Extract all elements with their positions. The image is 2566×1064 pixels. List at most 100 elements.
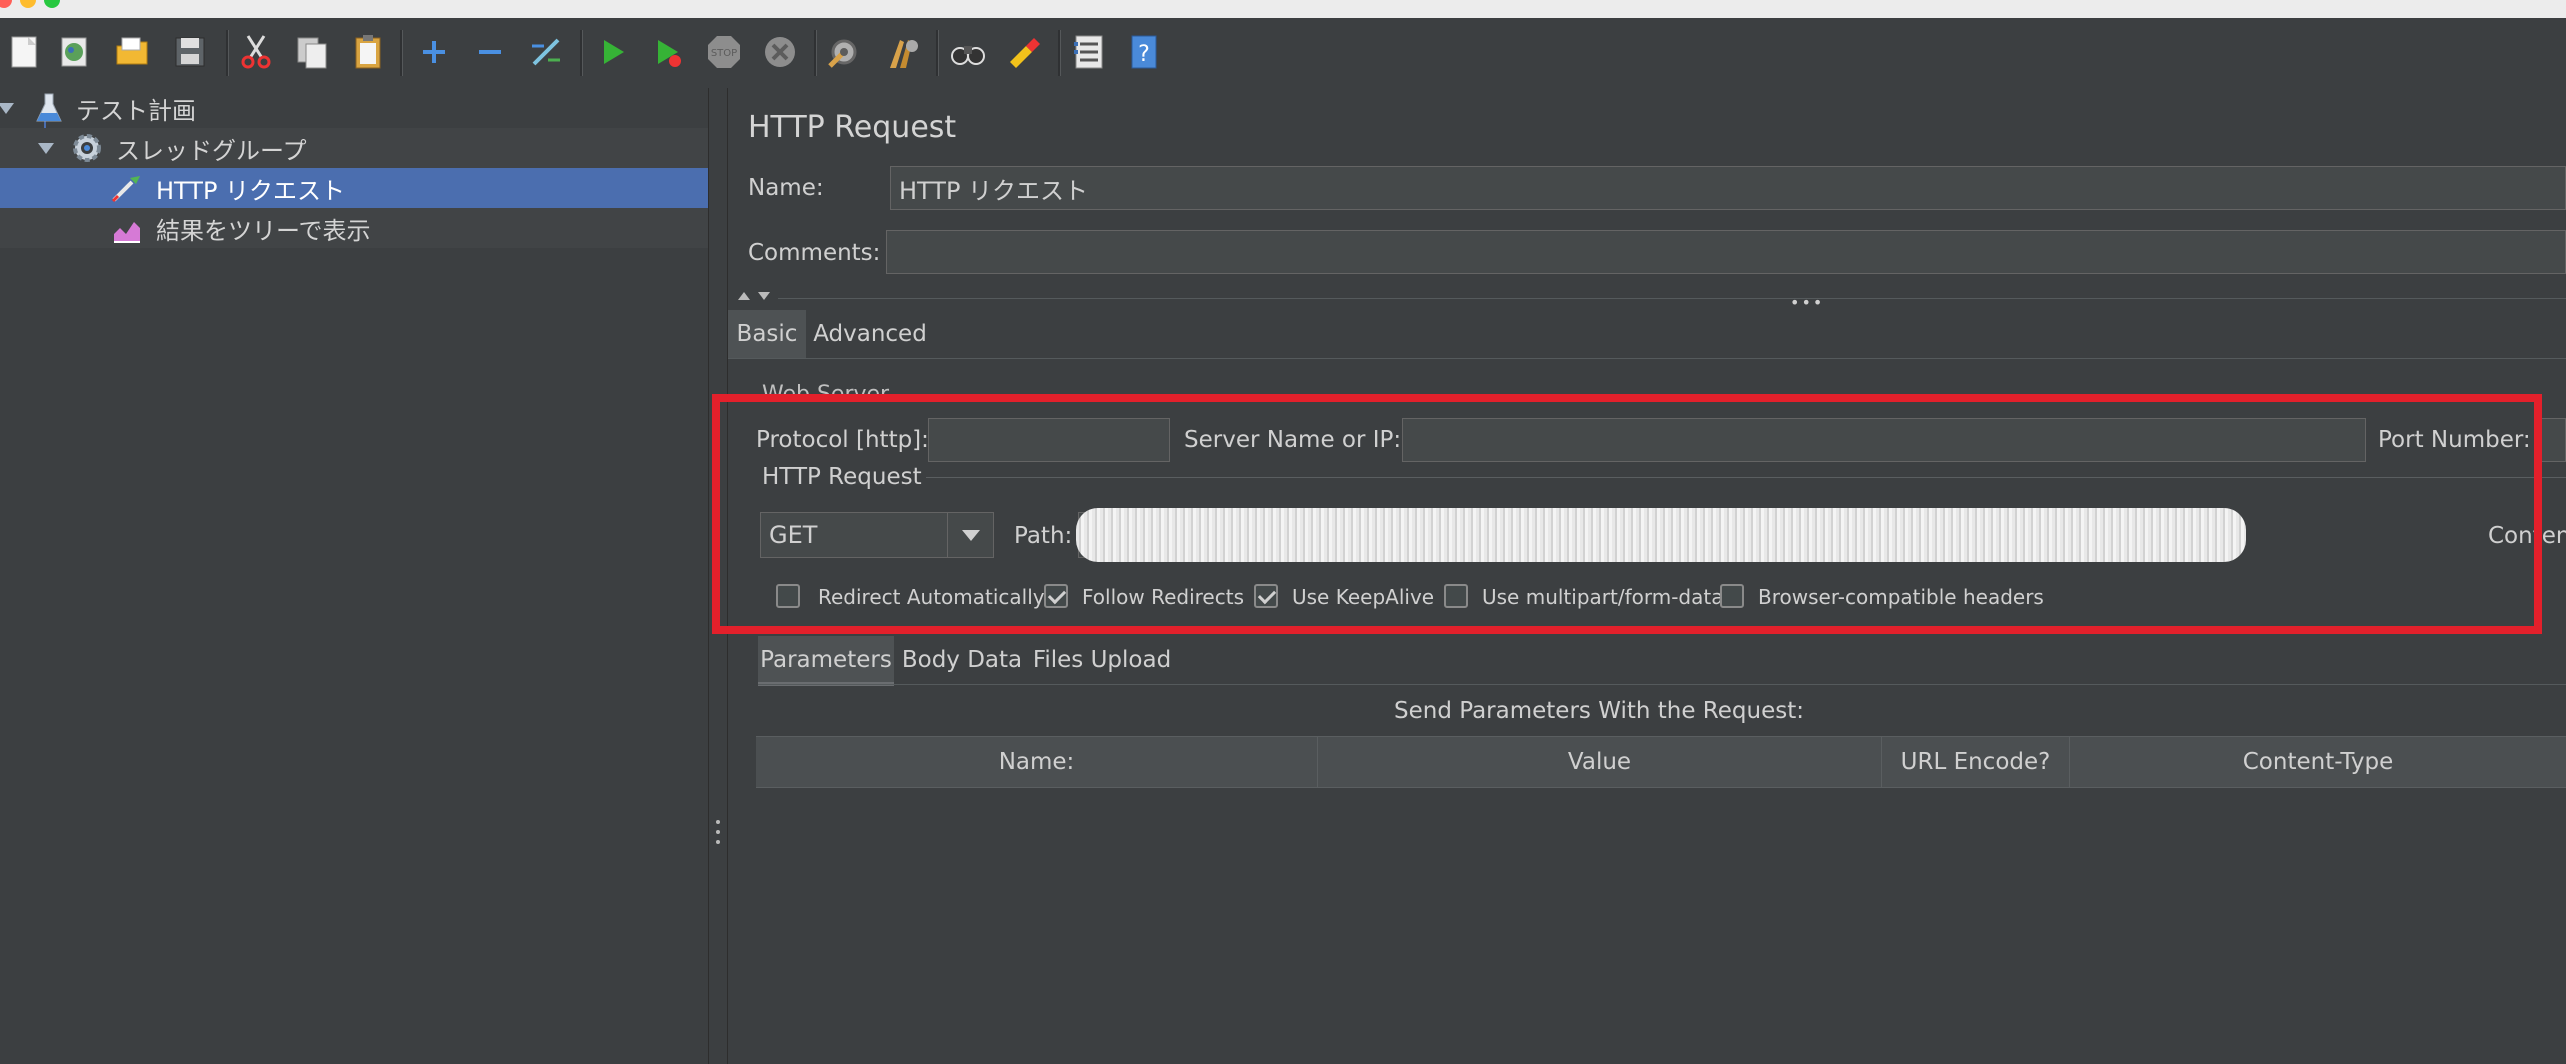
use-multipart-checkbox[interactable] bbox=[1444, 584, 1468, 608]
column-header-content-type[interactable]: Content-Type bbox=[2070, 737, 2566, 787]
follow-redirects-checkbox[interactable] bbox=[1044, 584, 1068, 608]
group-border bbox=[762, 477, 2566, 478]
path-label: Path: bbox=[1014, 523, 1073, 549]
main-toolbar: STOP ? bbox=[0, 18, 2566, 89]
stop-icon[interactable]: STOP bbox=[702, 30, 746, 74]
toggle-icon[interactable] bbox=[524, 30, 568, 74]
method-select-value: GET bbox=[769, 521, 818, 549]
open-icon[interactable] bbox=[110, 30, 154, 74]
tree-item-label: スレッドグループ bbox=[116, 136, 307, 165]
params-table-header: Name: Value URL Encode? Content-Type bbox=[756, 736, 2566, 788]
collapse-up-icon[interactable] bbox=[738, 292, 750, 300]
divider-grip-icon[interactable]: ••• bbox=[1790, 293, 1824, 312]
tab-parameters[interactable]: Parameters bbox=[758, 636, 894, 684]
tab-underline bbox=[728, 358, 2566, 359]
toolbar-separator bbox=[400, 30, 403, 76]
expand-icon[interactable] bbox=[412, 30, 456, 74]
reset-search-icon[interactable] bbox=[1002, 30, 1046, 74]
method-dropdown-button[interactable] bbox=[948, 512, 994, 558]
content-encoding-label: Conten bbox=[2488, 523, 2566, 549]
server-label: Server Name or IP: bbox=[1184, 427, 1402, 453]
chart-icon bbox=[112, 214, 142, 250]
tab-advanced[interactable]: Advanced bbox=[812, 310, 928, 358]
tree-item-thread-group[interactable]: スレッドグループ bbox=[0, 128, 708, 168]
redirect-automatically-checkbox[interactable] bbox=[776, 584, 800, 608]
name-field-value: HTTP リクエスト bbox=[899, 176, 1089, 205]
splitter-handle-dot bbox=[716, 830, 720, 834]
splitter-handle-dot bbox=[716, 820, 720, 824]
redacted-path-value bbox=[1076, 508, 2246, 562]
comments-label: Comments: bbox=[748, 240, 881, 266]
tree-item-test-plan[interactable]: テスト計画 bbox=[0, 88, 708, 128]
divider bbox=[778, 298, 2566, 299]
pipette-icon bbox=[110, 172, 142, 210]
server-field[interactable] bbox=[1402, 418, 2366, 462]
new-icon[interactable] bbox=[2, 30, 46, 74]
start-no-pauses-icon[interactable] bbox=[646, 30, 690, 74]
follow-redirects-label: Follow Redirects bbox=[1082, 585, 1244, 609]
chevron-down-icon bbox=[961, 529, 980, 541]
panel-splitter[interactable] bbox=[709, 88, 728, 1064]
tree-item-view-results-tree[interactable]: 結果をツリーで表示 bbox=[0, 208, 708, 248]
method-select[interactable]: GET bbox=[760, 512, 948, 558]
close-window-button[interactable] bbox=[0, 0, 12, 8]
http-request-panel: HTTP Request Name: HTTP リクエスト Comments: … bbox=[728, 88, 2566, 1064]
splitter-handle-dot bbox=[716, 840, 720, 844]
window-title-bar bbox=[0, 0, 2566, 18]
toolbar-separator bbox=[814, 30, 817, 76]
use-multipart-label: Use multipart/form-data bbox=[1482, 585, 1724, 609]
name-label: Name: bbox=[748, 175, 824, 201]
templates-icon[interactable] bbox=[52, 30, 96, 74]
http-request-legend: HTTP Request bbox=[758, 464, 926, 490]
toolbar-separator bbox=[936, 30, 939, 76]
column-header-name[interactable]: Name: bbox=[756, 737, 1318, 787]
tree-item-label: 結果をツリーで表示 bbox=[156, 216, 371, 245]
svg-text:?: ? bbox=[1138, 42, 1150, 67]
collapse-down-icon[interactable] bbox=[758, 292, 770, 300]
web-server-legend: Web Server bbox=[762, 382, 890, 407]
tab-basic[interactable]: Basic bbox=[728, 310, 806, 358]
page-title: HTTP Request bbox=[748, 110, 957, 145]
minimize-window-button[interactable] bbox=[20, 0, 36, 8]
start-icon[interactable] bbox=[590, 30, 634, 74]
paste-icon[interactable] bbox=[346, 30, 390, 74]
column-header-value[interactable]: Value bbox=[1318, 737, 1882, 787]
save-icon[interactable] bbox=[168, 30, 212, 74]
expand-arrow-icon[interactable] bbox=[0, 103, 14, 114]
column-header-url-encode[interactable]: URL Encode? bbox=[1882, 737, 2070, 787]
use-keepalive-checkbox[interactable] bbox=[1254, 584, 1278, 608]
toolbar-separator bbox=[1058, 30, 1061, 76]
tree-item-http-request[interactable]: HTTP リクエスト bbox=[0, 168, 708, 208]
tab-files-upload[interactable]: Files Upload bbox=[1030, 636, 1174, 684]
tab-body-data[interactable]: Body Data bbox=[900, 636, 1024, 684]
shutdown-icon[interactable] bbox=[758, 30, 802, 74]
help-icon[interactable]: ? bbox=[1122, 30, 1166, 74]
flask-icon bbox=[34, 92, 64, 130]
copy-icon[interactable] bbox=[290, 30, 334, 74]
params-table-body[interactable] bbox=[756, 788, 2566, 1064]
clear-icon[interactable] bbox=[822, 30, 866, 74]
protocol-field[interactable] bbox=[928, 418, 1170, 462]
name-field[interactable]: HTTP リクエスト bbox=[890, 166, 2566, 210]
search-icon[interactable] bbox=[946, 30, 990, 74]
use-keepalive-label: Use KeepAlive bbox=[1292, 585, 1435, 609]
zoom-window-button[interactable] bbox=[44, 0, 60, 8]
port-field[interactable] bbox=[2538, 418, 2566, 462]
browser-compatible-headers-checkbox[interactable] bbox=[1720, 584, 1744, 608]
comments-field[interactable] bbox=[886, 230, 2566, 274]
tree-item-label: HTTP リクエスト bbox=[156, 176, 346, 205]
tree-item-label: テスト計画 bbox=[76, 96, 196, 125]
toolbar-separator bbox=[580, 30, 583, 76]
gear-icon bbox=[70, 131, 104, 171]
function-helper-icon[interactable] bbox=[1066, 30, 1110, 74]
browser-compatible-headers-label: Browser-compatible headers bbox=[1758, 585, 2044, 609]
clear-all-icon[interactable] bbox=[880, 30, 924, 74]
protocol-label: Protocol [http]: bbox=[756, 427, 929, 453]
cut-icon[interactable] bbox=[234, 30, 278, 74]
expand-arrow-icon[interactable] bbox=[38, 143, 54, 154]
tab-underline bbox=[758, 684, 2566, 685]
redirect-automatically-label: Redirect Automatically bbox=[818, 585, 1045, 609]
stop-icon-text: STOP bbox=[711, 48, 737, 59]
collapse-icon[interactable] bbox=[468, 30, 512, 74]
port-label: Port Number: bbox=[2378, 427, 2531, 453]
